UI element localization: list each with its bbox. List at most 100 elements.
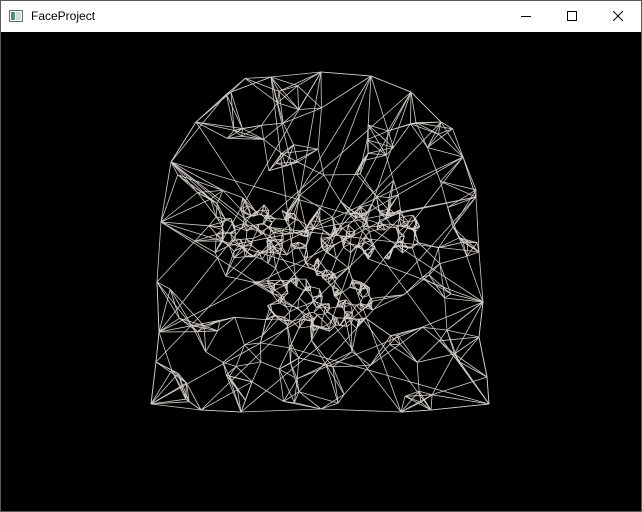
mesh-edge	[346, 322, 352, 327]
mesh-edge	[428, 247, 439, 276]
mesh-edge	[234, 226, 242, 229]
mesh-edge	[351, 351, 371, 366]
title-bar[interactable]: FaceProject	[1, 1, 641, 32]
mesh-edge	[400, 394, 433, 413]
mesh-edge	[240, 238, 247, 240]
mesh-edge	[325, 364, 345, 395]
mesh-edge	[439, 329, 448, 342]
mesh-edge	[298, 219, 308, 227]
maximize-button[interactable]	[549, 1, 595, 32]
mesh-edge	[369, 335, 391, 366]
mesh-edge	[399, 344, 418, 363]
mesh-edge	[444, 293, 452, 299]
mesh-edge	[251, 245, 259, 252]
mesh-edge	[389, 208, 395, 214]
mesh-edge	[320, 230, 324, 239]
minimize-icon	[521, 8, 531, 26]
mesh-edge	[282, 109, 299, 124]
mesh-edge	[439, 336, 480, 342]
mesh-outline-edge	[240, 408, 322, 413]
mesh-edge	[234, 317, 245, 346]
mesh-edge	[378, 209, 388, 212]
mesh-edge	[385, 155, 394, 181]
mesh-edge	[251, 361, 262, 382]
mesh-edge	[291, 327, 300, 344]
mesh-edge	[215, 203, 218, 217]
mesh-edge	[317, 107, 322, 150]
mesh-outline-edge	[156, 281, 160, 333]
mesh-edge	[299, 326, 311, 329]
mesh-edge	[317, 313, 325, 316]
mesh-edge	[261, 125, 264, 140]
mesh-edge	[156, 240, 196, 283]
mesh-edge	[370, 75, 389, 132]
mesh-edge	[298, 340, 312, 359]
mesh-edge	[323, 174, 342, 202]
mesh-edge	[275, 253, 281, 269]
mesh-edge	[422, 276, 452, 295]
mesh-edge	[417, 353, 455, 363]
mesh-edge	[355, 217, 484, 303]
window-title: FaceProject	[31, 9, 96, 23]
mesh-edge	[293, 144, 319, 150]
mesh-edge	[160, 198, 211, 223]
mesh-edge	[411, 247, 423, 278]
mesh-outline-edge	[400, 409, 432, 413]
mesh-outline-edge	[370, 75, 412, 93]
mesh-edge	[351, 322, 357, 329]
mesh-edge	[238, 239, 242, 246]
mesh-outline-edge	[320, 408, 402, 413]
mesh-edge	[284, 311, 290, 318]
mesh-edge	[234, 238, 241, 240]
mesh-edge	[243, 249, 251, 256]
mesh-edge	[340, 318, 345, 326]
mesh-outline-edge	[478, 301, 484, 338]
render-viewport[interactable]	[1, 32, 641, 511]
mesh-edge	[340, 174, 356, 202]
mesh-edge	[344, 303, 351, 308]
mesh-edge	[389, 344, 418, 363]
close-button[interactable]	[595, 1, 641, 32]
mesh-edges	[150, 71, 490, 413]
mesh-outline-edge	[430, 403, 490, 411]
mesh-edge	[297, 85, 299, 110]
mesh-outline-edge	[230, 76, 272, 93]
mesh-edge	[290, 343, 292, 364]
mesh-edge	[439, 255, 467, 264]
maximize-icon	[567, 8, 577, 26]
mesh-edge	[440, 181, 477, 191]
mesh-edge	[311, 324, 313, 341]
mesh-edge	[325, 279, 329, 284]
mesh-edge	[241, 128, 243, 137]
mesh-edge	[194, 240, 216, 253]
mesh-outline-edge	[486, 376, 490, 405]
mesh-edge	[191, 325, 207, 352]
mesh-edge	[385, 130, 389, 156]
mesh-edge	[444, 297, 448, 331]
mesh-edge	[439, 263, 446, 299]
mesh-edge	[205, 330, 219, 352]
minimize-button[interactable]	[503, 1, 549, 32]
mesh-edge	[286, 305, 293, 308]
mesh-edge	[416, 362, 420, 392]
mesh-edge	[404, 395, 422, 403]
mesh-edge	[319, 221, 324, 231]
mesh-edge	[388, 223, 391, 228]
mesh-edge	[260, 342, 290, 349]
mesh-edge	[360, 206, 368, 213]
mesh-edge	[170, 161, 265, 234]
mesh-edge	[242, 242, 252, 248]
mesh-edge	[359, 173, 377, 197]
mesh-edge	[400, 221, 405, 226]
mesh-edge	[275, 267, 282, 281]
mesh-edge	[150, 373, 179, 405]
mesh-edge	[350, 304, 353, 312]
mesh-edge	[293, 144, 299, 163]
mesh-edge	[321, 324, 328, 328]
mesh-edge	[283, 401, 295, 403]
mesh-edge	[267, 279, 282, 282]
mesh-edge	[317, 314, 323, 320]
mesh-edge	[321, 319, 328, 326]
mesh-outline-edge	[156, 221, 162, 283]
mesh-edge	[318, 327, 329, 330]
